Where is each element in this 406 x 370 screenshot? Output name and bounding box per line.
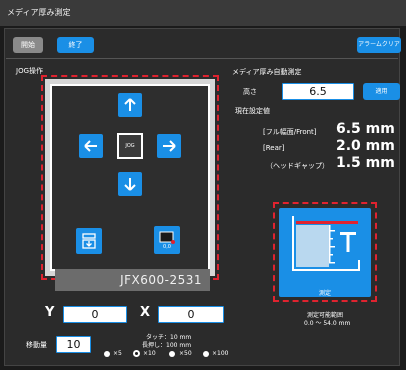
apply-button[interactable]: 適用	[363, 83, 400, 100]
multiplier-x100-label: ×100	[212, 350, 229, 357]
header-divider	[6, 58, 398, 59]
front-label: [フル幅面/Front]	[263, 128, 317, 136]
arrow-up-icon	[124, 98, 136, 111]
x-label: X	[140, 305, 151, 320]
jog-right-button[interactable]	[157, 134, 181, 158]
media-feed-button[interactable]	[76, 228, 102, 254]
thickness-gauge-icon	[292, 216, 360, 271]
arrow-left-icon	[84, 140, 97, 152]
multiplier-x50-radio[interactable]	[169, 351, 175, 357]
window-title: メディア厚み測定	[7, 8, 71, 17]
multiplier-x100-radio[interactable]	[203, 351, 209, 357]
multiplier-x50-label: ×50	[179, 350, 192, 357]
alarm-clear-button[interactable]: アラームクリア	[357, 37, 401, 53]
height-input[interactable]: 6.5	[282, 83, 354, 100]
model-name: JFX600-2531	[120, 273, 202, 287]
multiplier-x10-label: ×10	[143, 350, 156, 357]
long-press-info: 長押し：100 mm	[142, 342, 192, 349]
arrow-down-icon	[124, 178, 136, 191]
end-button[interactable]: 終了	[57, 37, 94, 53]
head-gap-label: （ヘッドギャップ）	[266, 162, 329, 170]
head-gap-value: 1.5 mm	[336, 155, 395, 171]
jog-up-button[interactable]	[118, 93, 142, 117]
x-input[interactable]: 0	[158, 306, 224, 323]
origin-label: 0,0	[163, 244, 171, 250]
origin-icon	[159, 231, 175, 244]
jog-down-button[interactable]	[118, 172, 142, 196]
auto-measure-title: メディア厚み自動測定	[232, 68, 302, 76]
jog-section-title: JOG操作	[16, 67, 43, 75]
multiplier-x5-label: ×5	[113, 350, 122, 357]
origin-button[interactable]: 0,0	[154, 226, 180, 254]
current-settings-label: 現在設定値	[235, 107, 270, 115]
media-feed-icon	[82, 233, 96, 249]
measure-button[interactable]: 測定	[279, 208, 371, 297]
rear-label: [Rear]	[263, 144, 285, 152]
model-bar: JFX600-2531	[55, 269, 210, 291]
jog-center-button[interactable]: JOG	[117, 133, 143, 159]
move-amount-label: 移動量	[26, 341, 47, 349]
measurable-range-value: 0.0 〜 54.0 mm	[304, 320, 351, 327]
multiplier-x10-radio[interactable]	[133, 350, 140, 357]
height-label: 高さ	[243, 88, 257, 96]
jog-left-button[interactable]	[79, 134, 103, 158]
front-value: 6.5 mm	[336, 121, 395, 137]
rear-value: 2.0 mm	[336, 138, 395, 154]
title-bar: メディア厚み測定	[0, 0, 406, 26]
arrow-right-icon	[163, 140, 176, 152]
move-amount-input[interactable]: 10	[56, 336, 91, 353]
start-button[interactable]: 開始	[13, 37, 43, 53]
y-label: Y	[45, 305, 55, 320]
y-input[interactable]: 0	[63, 306, 127, 323]
multiplier-x5-radio[interactable]	[104, 351, 110, 357]
measure-button-label: 測定	[318, 290, 331, 297]
